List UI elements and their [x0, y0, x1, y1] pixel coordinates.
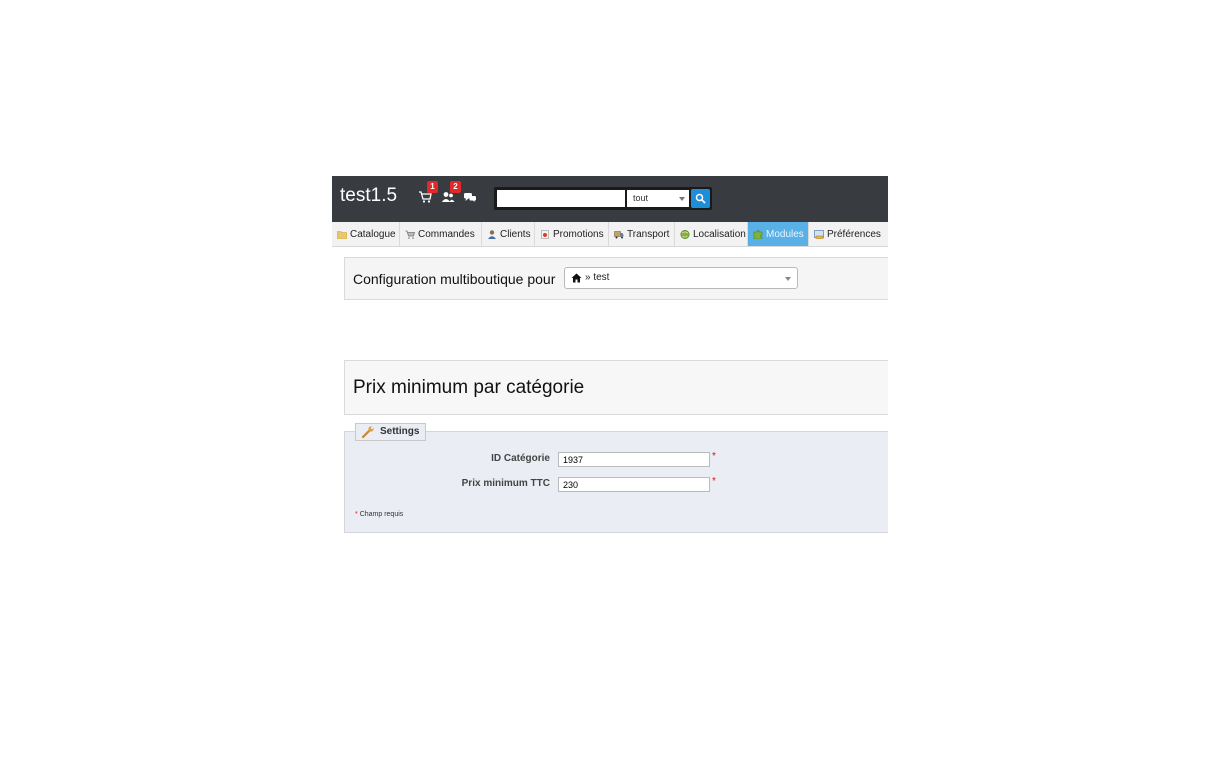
nav-label-modules: Modules [766, 228, 804, 240]
required-marker: * [712, 476, 716, 487]
nav-item-localisation[interactable]: Localisation [675, 222, 748, 246]
min-price-label: Prix minimum TTC [461, 478, 550, 489]
required-note: * Champ requis [355, 511, 403, 518]
customers-badge: 2 [450, 181, 461, 193]
nav-label-localisation: Localisation [693, 228, 746, 240]
tag-icon [541, 229, 549, 239]
messages-icon [464, 193, 476, 202]
nav-item-commandes[interactable]: Commandes [400, 222, 482, 246]
category-id-label: ID Catégorie [491, 453, 550, 464]
orders-badge: 1 [427, 181, 438, 193]
chevron-down-icon [785, 277, 791, 281]
globe-icon [680, 229, 690, 239]
nav-item-clients[interactable]: Clients [482, 222, 535, 246]
folder-icon [337, 230, 347, 239]
cart-icon [405, 230, 415, 239]
required-star: * [355, 511, 358, 518]
settings-legend: Settings [355, 423, 427, 441]
settings-icon [814, 229, 824, 239]
category-id-input[interactable] [558, 452, 710, 467]
multishop-panel: Configuration multiboutique pour » test [344, 257, 888, 300]
wrench-icon [362, 426, 374, 438]
nav-item-modules[interactable]: Modules [748, 222, 809, 246]
user-icon [488, 229, 496, 239]
nav-item-promotions[interactable]: Promotions [535, 222, 609, 246]
min-price-input[interactable] [558, 477, 710, 492]
multishop-label: Configuration multiboutique pour [353, 271, 556, 287]
nav-item-preferences[interactable]: Préférences [809, 222, 888, 246]
header-bar: test1.5 1 2 tout [332, 176, 888, 222]
shop-context-value: » test [585, 272, 610, 283]
messages-notification[interactable] [463, 189, 481, 207]
required-marker: * [712, 451, 716, 462]
search-scope-value: tout [633, 193, 649, 203]
nav-label-catalogue: Catalogue [350, 228, 396, 240]
search-icon [695, 193, 706, 204]
search-bar: tout [494, 187, 712, 210]
settings-form: Settings ID Catégorie * Prix minimum TTC… [344, 423, 888, 533]
nav-label-transport: Transport [627, 228, 670, 240]
nav-label-commandes: Commandes [418, 228, 475, 240]
nav-label-promotions: Promotions [553, 228, 604, 240]
required-note-text: Champ requis [359, 511, 404, 518]
settings-legend-label: Settings [380, 426, 420, 437]
nav-label-preferences: Préférences [827, 228, 881, 240]
nav-item-transport[interactable]: Transport [609, 222, 675, 246]
shop-context-select[interactable]: » test [564, 267, 798, 289]
page-header: Prix minimum par catégorie [344, 360, 888, 415]
shop-name[interactable]: test1.5 [340, 185, 397, 207]
nav-label-clients: Clients [500, 228, 531, 240]
search-scope-select[interactable]: tout [627, 190, 689, 207]
nav-item-catalogue[interactable]: Catalogue [332, 222, 400, 246]
search-button[interactable] [691, 189, 710, 208]
home-icon [571, 273, 582, 283]
puzzle-icon [753, 229, 763, 239]
orders-notification[interactable]: 1 [418, 181, 438, 207]
chevron-down-icon [679, 197, 685, 201]
admin-frame: test1.5 1 2 tout Catalogue Commandes Cli… [332, 176, 888, 536]
truck-icon [614, 230, 624, 238]
main-nav: Catalogue Commandes Clients Promotions T… [332, 222, 888, 247]
page-title: Prix minimum par catégorie [353, 377, 585, 398]
search-input[interactable] [497, 190, 625, 207]
customers-notification[interactable]: 2 [441, 181, 461, 207]
